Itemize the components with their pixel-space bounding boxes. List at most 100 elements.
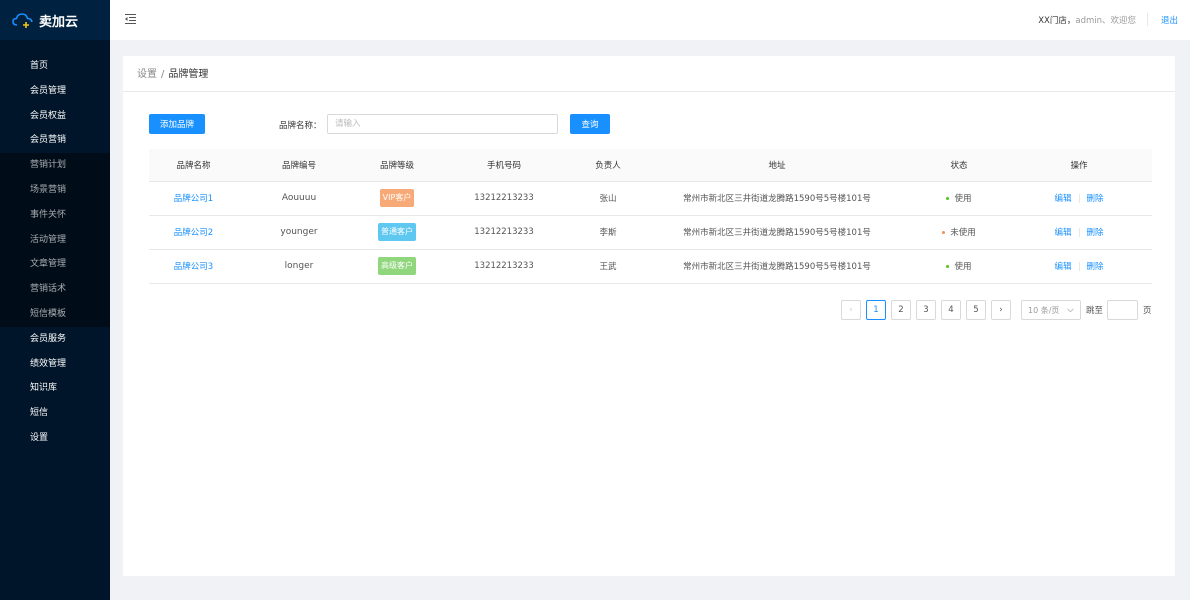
sidebar-item-sms[interactable]: 短信 (0, 401, 110, 426)
phone-number: 13212213233 (434, 215, 574, 250)
column-header: 操作 (1006, 149, 1152, 182)
shop-name: XX门店， (1038, 16, 1076, 26)
page-button-3[interactable]: 3 (916, 300, 936, 320)
welcome-text: admin、欢迎您 (1075, 16, 1136, 26)
brand-code: younger (238, 215, 360, 250)
delete-link[interactable]: 删除 (1087, 262, 1104, 272)
status-cell: 使用 (912, 181, 1006, 216)
page-size-value: 10 条/页 (1028, 305, 1060, 315)
column-header: 负责人 (574, 149, 642, 182)
status-text: 使用 (954, 262, 972, 272)
brand-name-link[interactable]: 品牌公司2 (149, 215, 238, 250)
brand-name-label: 品牌名称： (279, 121, 322, 131)
sidebar-item-marketing-plan[interactable]: 营销计划 (0, 153, 110, 178)
breadcrumb-current: 品牌管理 (168, 69, 209, 80)
delete-link[interactable]: 删除 (1087, 194, 1104, 204)
pagination: ‹ 1 2 3 4 5 › 10 条/页 跳至 页 (841, 300, 1152, 320)
edit-link[interactable]: 编辑 (1054, 262, 1071, 272)
chevron-right-icon[interactable]: › (991, 300, 1011, 320)
brand-level-cell: VIP客户 (360, 181, 434, 216)
table-header-row: 品牌名称 品牌编号 品牌等级 手机号码 负责人 地址 状态 操作 (149, 149, 1152, 182)
sidebar-item-home[interactable]: 首页 (0, 54, 110, 79)
sidebar-item-member-management[interactable]: 会员管理 (0, 79, 110, 104)
sidebar-item-scene-marketing[interactable]: 场景营销 (0, 177, 110, 203)
status-text: 未使用 (950, 228, 976, 238)
brand-name-link[interactable]: 品牌公司1 (149, 181, 238, 216)
column-header: 地址 (642, 149, 912, 182)
toolbar: 添加品牌 品牌名称： 查询 (149, 114, 1175, 134)
header-divider (1147, 13, 1148, 26)
brand-code: Aouuuu (238, 181, 360, 216)
action-divider (1078, 194, 1080, 203)
address: 常州市新北区三井街道龙腾路1590号5号楼101号 (642, 215, 912, 250)
action-divider (1078, 228, 1080, 237)
status-cell: 使用 (912, 249, 1006, 284)
phone-number: 13212213233 (434, 249, 574, 284)
owner-name: 李斯 (574, 215, 642, 250)
menu-fold-icon[interactable] (124, 13, 137, 25)
column-header: 品牌等级 (360, 149, 434, 182)
level-tag: 普通客户 (378, 223, 416, 241)
user-info: XX门店，admin、欢迎您 (1038, 14, 1136, 26)
add-brand-button[interactable]: 添加品牌 (149, 114, 205, 134)
table-row: 品牌公司2 younger 普通客户 13212213233 李斯 常州市新北区… (149, 215, 1152, 250)
sidebar: 卖加云 首页 会员管理 会员权益 会员营销 营销计划 场景营销 事件关怀 活动管… (0, 0, 110, 600)
brand-code: longer (238, 249, 360, 284)
sidebar-item-knowledge-base[interactable]: 知识库 (0, 376, 110, 401)
page-button-1[interactable]: 1 (866, 300, 886, 320)
page-size-select[interactable]: 10 条/页 (1021, 300, 1081, 320)
sidebar-item-member-marketing[interactable]: 会员营销 (0, 128, 110, 153)
app-name: 卖加云 (39, 14, 79, 30)
sidebar-item-member-service[interactable]: 会员服务 (0, 327, 110, 352)
query-button[interactable]: 查询 (570, 114, 610, 134)
edit-link[interactable]: 编辑 (1054, 194, 1071, 204)
column-header: 手机号码 (434, 149, 574, 182)
page-button-4[interactable]: 4 (941, 300, 961, 320)
chevron-down-icon (1067, 307, 1074, 312)
edit-link[interactable]: 编辑 (1054, 228, 1071, 238)
actions-cell: 编辑 删除 (1006, 249, 1152, 284)
sidebar-item-sms-templates[interactable]: 短信模板 (0, 301, 110, 327)
status-dot-icon (946, 265, 950, 268)
status-dot-icon (946, 197, 950, 200)
sidebar-item-settings[interactable]: 设置 (0, 426, 110, 451)
sidebar-item-event-care[interactable]: 事件关怀 (0, 202, 110, 228)
sidebar-item-article-management[interactable]: 文章管理 (0, 252, 110, 278)
logout-link[interactable]: 退出 (1161, 14, 1178, 26)
address: 常州市新北区三井街道龙腾路1590号5号楼101号 (642, 181, 912, 216)
actions-cell: 编辑 删除 (1006, 215, 1152, 250)
page-unit-label: 页 (1143, 306, 1152, 316)
brand-name-link[interactable]: 品牌公司3 (149, 249, 238, 284)
table-row: 品牌公司3 longer 高级客户 13212213233 王武 常州市新北区三… (149, 249, 1152, 284)
header: XX门店，admin、欢迎您 退出 (110, 0, 1190, 40)
delete-link[interactable]: 删除 (1087, 228, 1104, 238)
status-dot-icon (942, 231, 946, 234)
page-button-5[interactable]: 5 (966, 300, 986, 320)
page-button-2[interactable]: 2 (891, 300, 911, 320)
brand-table: 品牌名称 品牌编号 品牌等级 手机号码 负责人 地址 状态 操作 品牌公司1 A… (149, 149, 1152, 284)
sidebar-item-activity-management[interactable]: 活动管理 (0, 227, 110, 253)
brand-name-input[interactable] (327, 114, 558, 134)
cloud-logo-icon (12, 13, 33, 28)
breadcrumb-separator: / (161, 69, 165, 80)
address: 常州市新北区三井街道龙腾路1590号5号楼101号 (642, 249, 912, 284)
jump-label: 跳至 (1086, 306, 1104, 316)
table-row: 品牌公司1 Aouuuu VIP客户 13212213233 张山 常州市新北区… (149, 181, 1152, 216)
sidebar-item-performance[interactable]: 绩效管理 (0, 352, 110, 377)
column-header: 品牌编号 (238, 149, 360, 182)
breadcrumb-settings[interactable]: 设置 (137, 69, 157, 80)
level-tag: 高级客户 (378, 257, 416, 275)
actions-cell: 编辑 删除 (1006, 181, 1152, 216)
column-header: 品牌名称 (149, 149, 238, 182)
status-text: 使用 (954, 194, 972, 204)
phone-number: 13212213233 (434, 181, 574, 216)
owner-name: 王武 (574, 249, 642, 284)
chevron-left-icon[interactable]: ‹ (841, 300, 861, 320)
jump-page-input[interactable] (1107, 300, 1139, 320)
logo[interactable]: 卖加云 (0, 0, 110, 40)
sidebar-item-member-benefits[interactable]: 会员权益 (0, 104, 110, 129)
action-divider (1078, 262, 1080, 271)
main-content: 设置 /品牌管理 添加品牌 品牌名称： 查询 品牌名称 品牌编号 品牌等级 手机号… (123, 56, 1175, 576)
sidebar-item-marketing-scripts[interactable]: 营销话术 (0, 277, 110, 302)
brand-level-cell: 普通客户 (360, 215, 434, 250)
